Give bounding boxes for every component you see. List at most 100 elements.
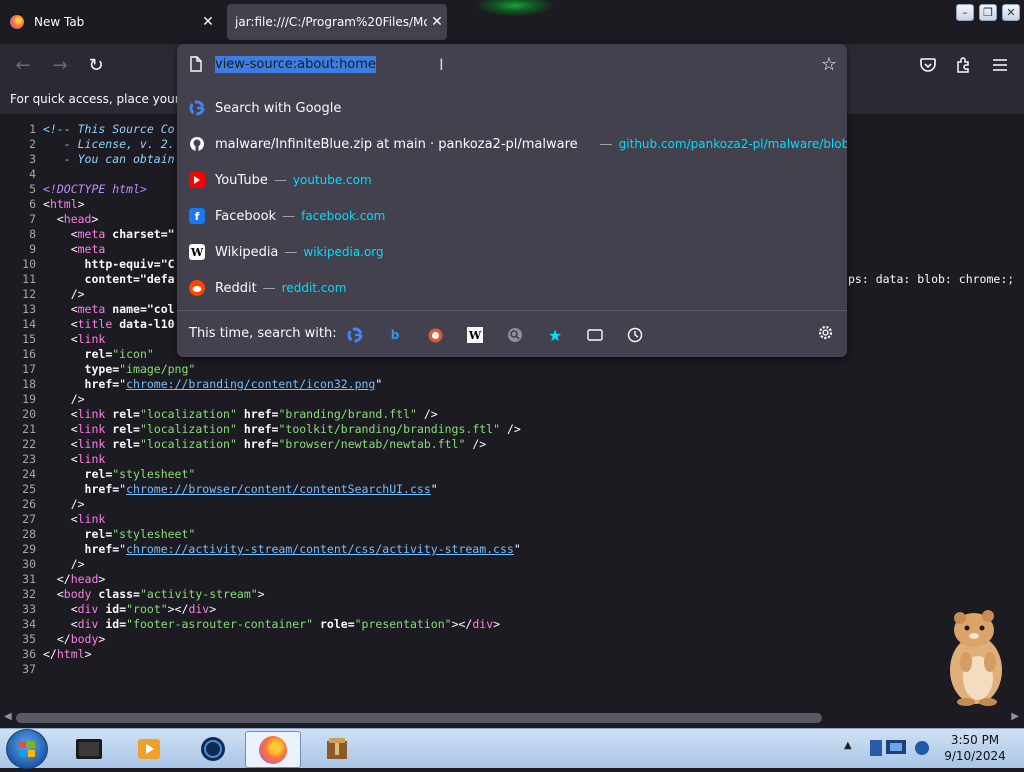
result-github[interactable]: malware/InfiniteBlue.zip at main · panko… <box>177 126 847 162</box>
scroll-left-icon[interactable]: ◀ <box>4 711 12 722</box>
firefox-icon <box>259 735 287 764</box>
source-token: <!DOCTYPE html> <box>43 182 147 196</box>
source-token: "branding/brand.ftl" <box>278 407 417 421</box>
clock-time: 3:50 PM <box>950 733 1000 747</box>
close-tab-icon[interactable]: ✕ <box>198 14 218 30</box>
source-line: 29 href="chrome://activity-stream/conten… <box>0 542 521 557</box>
line-number: 11 <box>22 272 36 286</box>
bing-icon[interactable]: b <box>384 324 406 346</box>
line-number: 9 <box>29 242 36 256</box>
url-input[interactable]: view-source:about:home <box>215 56 376 73</box>
gear-icon[interactable] <box>817 324 834 346</box>
line-number: 3 <box>29 152 36 166</box>
duckduckgo-icon[interactable] <box>424 324 446 346</box>
result-title: Reddit <box>215 280 257 296</box>
source-token: "presentation" <box>354 617 452 631</box>
pocket-button[interactable] <box>915 52 941 78</box>
result-youtube[interactable]: YouTube — youtube.com <box>177 162 847 198</box>
source-line: 27 <link <box>0 512 105 527</box>
line-number: 8 <box>29 227 36 241</box>
google-icon[interactable] <box>344 324 366 346</box>
source-token: link <box>77 332 106 346</box>
minimize-button[interactable]: – <box>956 4 974 21</box>
close-tab-icon[interactable]: ✕ <box>427 14 447 30</box>
taskbar-archive-app[interactable] <box>310 731 364 766</box>
tab-jar-file[interactable]: jar:file:///C:/Program%20Files/Moz ✕ <box>227 4 447 40</box>
source-line: 34 <div id="footer-asrouter-container" r… <box>0 617 500 632</box>
wikipedia-icon[interactable]: W <box>464 324 486 346</box>
bookmarks-icon[interactable]: ★ <box>544 324 566 346</box>
page-icon <box>190 56 202 72</box>
source-line: 12 /> <box>0 287 84 302</box>
source-line: 26 /> <box>0 497 84 512</box>
line-number: 10 <box>22 257 36 271</box>
source-text: ps: data: blob: chrome:; <box>848 272 1015 286</box>
scrollbar-thumb[interactable] <box>16 713 822 723</box>
source-token: href= <box>243 437 279 451</box>
line-number: 17 <box>22 362 36 376</box>
scroll-right-icon[interactable]: ▶ <box>1011 711 1019 722</box>
app-menu-button[interactable] <box>987 52 1013 78</box>
firefox-icon <box>10 15 24 29</box>
result-reddit[interactable]: Reddit — reddit.com <box>177 270 847 306</box>
line-number: 21 <box>22 422 36 436</box>
source-token: meta <box>77 227 106 241</box>
reload-button[interactable]: ↻ <box>83 52 109 78</box>
source-token: href= <box>84 542 120 556</box>
search-icon[interactable] <box>504 324 526 346</box>
urlbar[interactable]: view-source:about:home I ☆ <box>177 44 847 86</box>
source-line: 10 http-equiv="C <box>0 257 174 272</box>
taskbar-app-dark[interactable] <box>62 731 116 766</box>
source-token: "toolkit/branding/brandings.ftl" <box>278 422 501 436</box>
clock[interactable]: 3:50 PM 9/10/2024 <box>940 732 1010 764</box>
horizontal-scrollbar[interactable]: ◀ ▶ <box>0 710 1024 728</box>
result-title: Search with Google <box>215 100 342 116</box>
media-player-icon <box>138 738 160 759</box>
bookmark-star-icon[interactable]: ☆ <box>821 54 837 75</box>
facebook-icon: f <box>189 208 205 224</box>
tabs-icon[interactable] <box>584 324 606 346</box>
source-line: 19 /> <box>0 392 84 407</box>
google-icon <box>189 100 205 116</box>
source-token: link <box>77 422 106 436</box>
source-token: data-l10 <box>119 317 175 331</box>
line-number: 24 <box>22 467 36 481</box>
source-line: 15 <link <box>0 332 105 347</box>
text-cursor-icon: I <box>439 55 444 74</box>
history-icon[interactable] <box>624 324 646 346</box>
puzzle-icon <box>957 57 969 73</box>
source-line: 17 type="image/png" <box>0 362 195 377</box>
source-line: 20 <link rel="localization" href="brandi… <box>0 407 438 422</box>
result-title: malware/InfiniteBlue.zip at main · panko… <box>215 136 578 152</box>
taskbar-firefox[interactable] <box>245 731 301 768</box>
close-window-button[interactable]: ✕ <box>1002 4 1020 21</box>
source-token: "icon" <box>112 347 154 361</box>
source-line: 8 <meta charset=" <box>0 227 175 242</box>
tray-expand-icon[interactable]: ▲ <box>844 740 852 751</box>
taskbar-globe-app[interactable] <box>186 731 240 766</box>
line-number: 5 <box>29 182 36 196</box>
source-token: href= <box>84 377 120 391</box>
theme-decoration <box>470 0 560 18</box>
taskbar-media-player[interactable] <box>122 731 176 766</box>
back-button[interactable]: ← <box>10 52 36 78</box>
result-wikipedia[interactable]: W Wikipedia — wikipedia.org <box>177 234 847 270</box>
system-tray[interactable] <box>864 734 934 762</box>
line-number: 18 <box>22 377 36 391</box>
forward-button[interactable]: → <box>47 52 73 78</box>
start-button[interactable] <box>6 729 48 769</box>
result-facebook[interactable]: f Facebook — facebook.com <box>177 198 847 234</box>
archive-icon <box>327 737 347 759</box>
result-separator: — <box>284 244 298 260</box>
source-token: rel= <box>84 347 113 361</box>
result-search-google[interactable]: Search with Google <box>177 90 847 126</box>
source-token: rel= <box>84 527 113 541</box>
line-number: 12 <box>22 287 36 301</box>
extensions-button[interactable] <box>951 52 977 78</box>
tab-new-tab[interactable]: New Tab ✕ <box>0 0 226 44</box>
result-url: wikipedia.org <box>303 245 384 259</box>
source-token: - You can obtain <box>43 152 175 166</box>
line-number: 19 <box>22 392 36 406</box>
result-url: github.com/pankoza2-pl/malware/blob/ma <box>618 137 847 151</box>
maximize-button[interactable]: ❐ <box>979 4 997 21</box>
